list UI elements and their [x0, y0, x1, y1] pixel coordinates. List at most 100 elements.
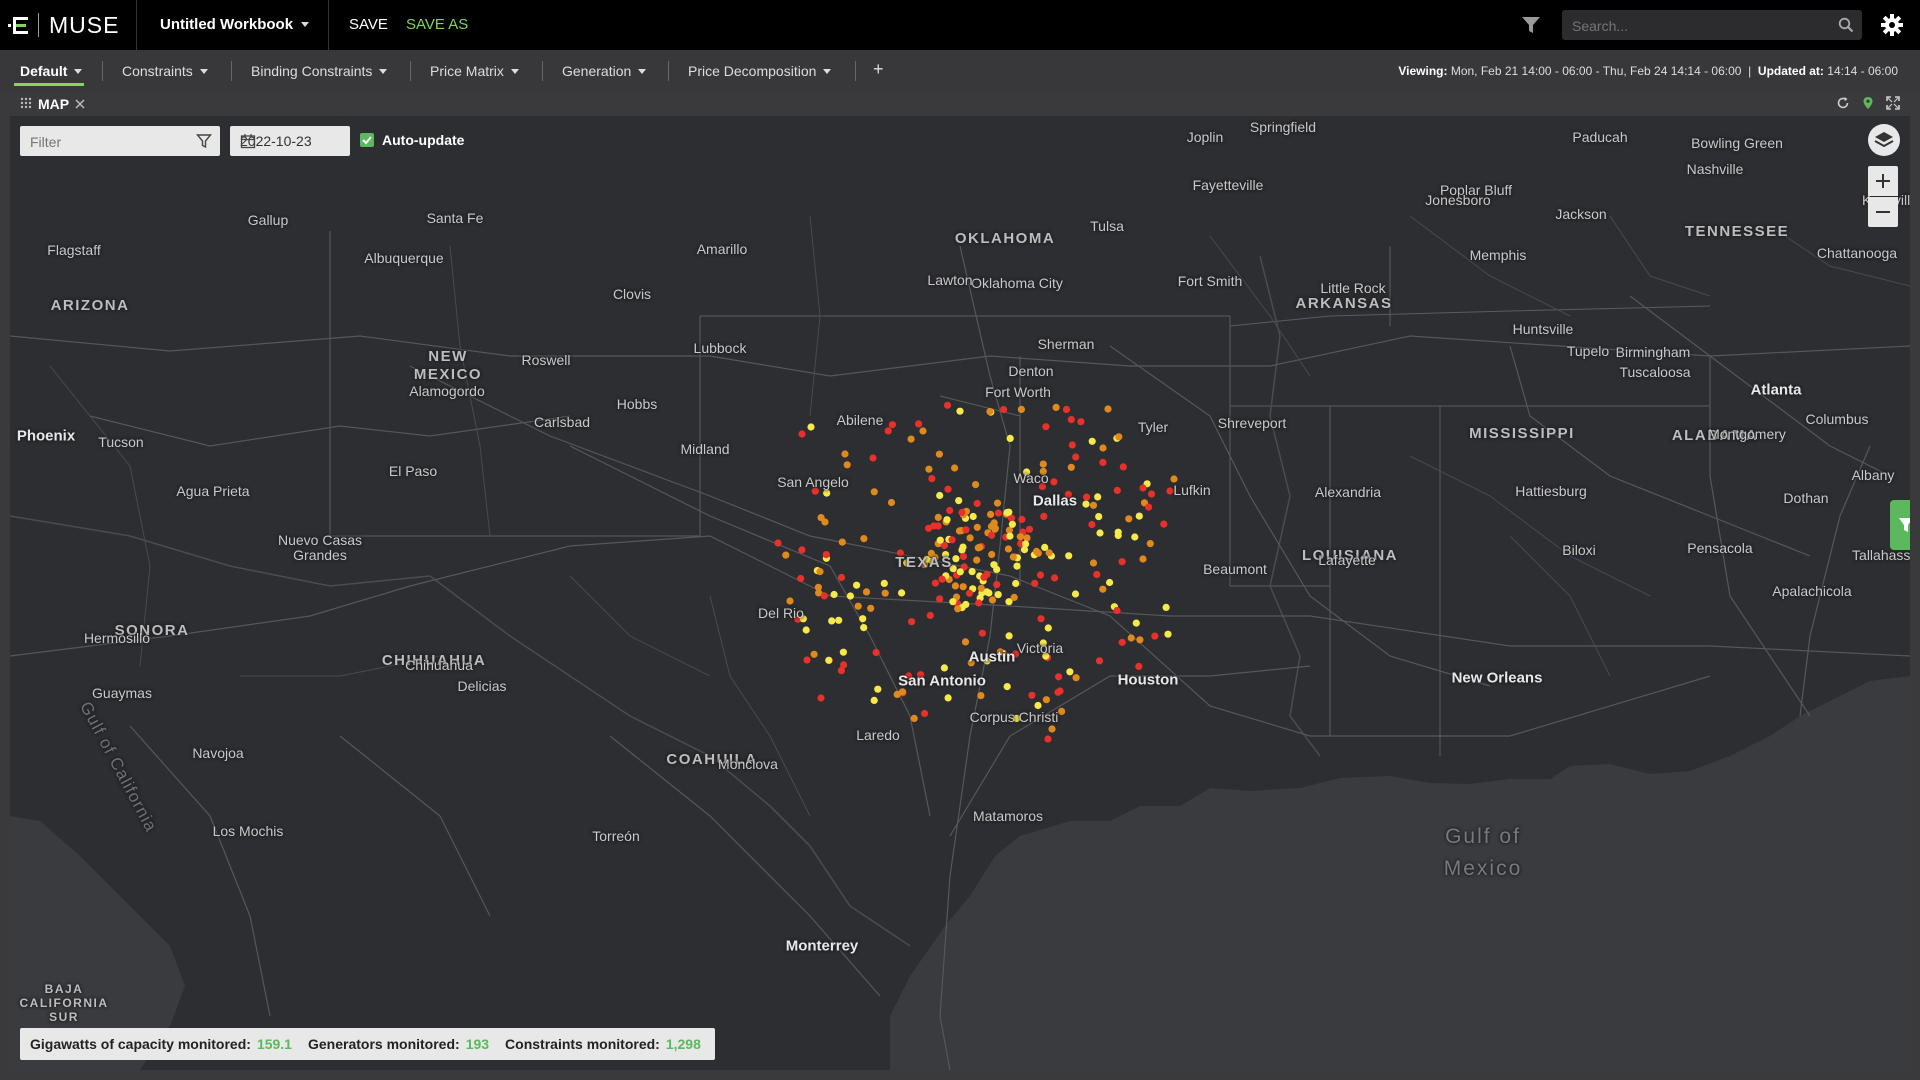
generator-marker[interactable]: [1071, 590, 1080, 598]
generator-marker[interactable]: [1000, 405, 1008, 414]
generator-marker[interactable]: [880, 579, 888, 587]
generator-marker[interactable]: [862, 588, 871, 596]
save-button[interactable]: SAVE: [349, 16, 388, 33]
search-input[interactable]: [1562, 10, 1836, 42]
generator-marker[interactable]: [820, 592, 828, 600]
generator-marker[interactable]: [1113, 486, 1121, 494]
generator-marker[interactable]: [1083, 493, 1091, 501]
generator-marker[interactable]: [1067, 416, 1075, 424]
app-logo[interactable]: MUSE: [8, 12, 119, 38]
generator-marker[interactable]: [1113, 606, 1121, 615]
generator-marker[interactable]: [1099, 444, 1107, 452]
generator-marker[interactable]: [1065, 552, 1073, 560]
generator-marker[interactable]: [935, 450, 944, 458]
generator-marker[interactable]: [961, 638, 970, 646]
layers-button[interactable]: [1868, 124, 1900, 156]
generator-marker[interactable]: [1032, 547, 1041, 555]
generator-marker[interactable]: [821, 518, 829, 526]
generator-marker[interactable]: [846, 592, 855, 600]
generator-marker[interactable]: [854, 602, 862, 610]
generator-marker[interactable]: [822, 551, 830, 559]
generator-marker[interactable]: [978, 629, 987, 637]
generator-marker[interactable]: [839, 648, 848, 656]
generator-marker[interactable]: [1055, 673, 1063, 681]
workbook-dropdown[interactable]: Untitled Workbook: [160, 16, 310, 33]
generator-marker[interactable]: [951, 582, 960, 590]
generator-marker[interactable]: [1077, 418, 1085, 426]
tab-binding-constraints[interactable]: Binding Constraints: [251, 63, 388, 79]
generator-marker[interactable]: [774, 539, 782, 547]
generator-marker[interactable]: [1023, 534, 1031, 542]
calendar-icon[interactable]: [240, 133, 342, 152]
generator-marker[interactable]: [840, 661, 848, 669]
map-canvas[interactable]: OKLAHOMA ARKANSAS TENNESSEE NEW MEXICO ARIZO…: [10, 116, 1910, 1070]
generator-marker[interactable]: [936, 595, 944, 603]
generator-marker[interactable]: [841, 450, 849, 458]
tab-price-decomposition[interactable]: Price Decomposition: [688, 63, 832, 79]
generator-marker[interactable]: [969, 512, 977, 521]
generator-marker[interactable]: [1036, 571, 1045, 579]
generator-marker[interactable]: [1135, 512, 1143, 520]
close-icon[interactable]: [75, 96, 85, 112]
generator-marker[interactable]: [1146, 540, 1154, 548]
generator-marker[interactable]: [1042, 696, 1050, 704]
generator-marker[interactable]: [925, 465, 933, 473]
generator-marker[interactable]: [1131, 533, 1139, 541]
add-tab-button[interactable]: +: [873, 59, 884, 80]
generator-marker[interactable]: [869, 454, 877, 462]
generator-marker[interactable]: [994, 509, 1003, 517]
drag-handle-icon[interactable]: [20, 96, 32, 112]
generator-marker[interactable]: [919, 427, 927, 435]
generator-marker[interactable]: [951, 464, 959, 472]
generator-marker[interactable]: [798, 546, 806, 554]
tab-constraints[interactable]: Constraints: [122, 63, 208, 79]
generator-marker[interactable]: [798, 430, 806, 438]
generator-marker[interactable]: [907, 435, 915, 443]
generator-marker[interactable]: [838, 538, 846, 546]
generator-marker[interactable]: [1017, 405, 1025, 413]
generator-marker[interactable]: [887, 498, 896, 507]
generator-marker[interactable]: [835, 616, 843, 624]
tab-price-matrix[interactable]: Price Matrix: [430, 63, 519, 79]
generator-marker[interactable]: [843, 461, 851, 469]
generator-marker[interactable]: [1147, 490, 1156, 498]
generator-marker[interactable]: [988, 531, 996, 539]
generator-marker[interactable]: [921, 709, 929, 718]
generator-marker[interactable]: [973, 556, 981, 564]
generator-marker[interactable]: [908, 618, 916, 626]
generator-marker[interactable]: [881, 589, 889, 597]
generator-marker[interactable]: [817, 694, 825, 702]
generator-marker[interactable]: [786, 597, 794, 605]
generator-marker[interactable]: [1088, 520, 1096, 529]
generator-marker[interactable]: [1106, 578, 1114, 587]
generator-marker[interactable]: [994, 591, 1002, 599]
generator-marker[interactable]: [1089, 559, 1098, 567]
generator-marker[interactable]: [870, 696, 878, 705]
generator-marker[interactable]: [959, 583, 967, 591]
generator-marker[interactable]: [1068, 441, 1076, 449]
generator-marker[interactable]: [962, 526, 970, 534]
generator-marker[interactable]: [974, 544, 982, 552]
generator-marker[interactable]: [1022, 540, 1030, 548]
generator-marker[interactable]: [958, 546, 966, 554]
generator-marker[interactable]: [1041, 543, 1049, 551]
generator-marker[interactable]: [915, 420, 923, 428]
generator-marker[interactable]: [1018, 515, 1026, 523]
filter-icon[interactable]: [196, 133, 212, 154]
generator-marker[interactable]: [959, 552, 968, 561]
filter-icon[interactable]: [1520, 14, 1542, 41]
generator-marker[interactable]: [1044, 735, 1052, 743]
zoom-in-button[interactable]: [1868, 166, 1898, 196]
generator-marker[interactable]: [1072, 453, 1080, 461]
generator-marker[interactable]: [1114, 528, 1122, 536]
generator-marker[interactable]: [938, 575, 946, 583]
generator-marker[interactable]: [816, 568, 824, 576]
generator-marker[interactable]: [1088, 437, 1096, 445]
generator-marker[interactable]: [1028, 691, 1036, 699]
generator-marker[interactable]: [943, 401, 952, 409]
generator-marker[interactable]: [965, 589, 974, 597]
generator-marker[interactable]: [1016, 533, 1024, 541]
generator-marker[interactable]: [985, 589, 993, 597]
generator-marker[interactable]: [898, 589, 906, 597]
generator-marker[interactable]: [1040, 512, 1048, 520]
